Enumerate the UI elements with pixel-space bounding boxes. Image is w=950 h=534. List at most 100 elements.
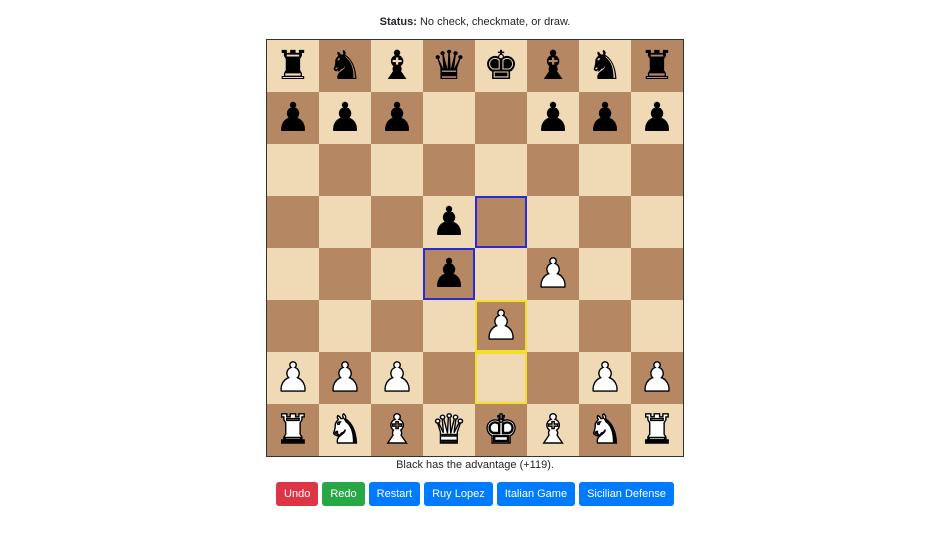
chess-board[interactable]: ♜ ♞ ♝ ♛ ♚ ♝ ♞ ♜ ♟ ♟ ♟ ♟ ♟ ♟ ♟ ♟ ♟ ♟ ♟ ♟ ♟ ♟ ♟ ♜ ♞ ♝ ♛ ♚ ♝ ♞ ♜ bbox=[266, 39, 684, 457]
square-a2[interactable]: ♟ bbox=[267, 352, 319, 404]
square-b1[interactable]: ♞ bbox=[319, 404, 371, 456]
square-g1[interactable]: ♞ bbox=[579, 404, 631, 456]
square-b7[interactable]: ♟ bbox=[319, 92, 371, 144]
square-c5[interactable] bbox=[371, 196, 423, 248]
white-pawn-icon[interactable]: ♟ bbox=[586, 357, 623, 398]
square-g2[interactable]: ♟ bbox=[579, 352, 631, 404]
italian-game-button[interactable]: Italian Game bbox=[496, 482, 576, 506]
square-b4[interactable] bbox=[319, 248, 371, 300]
square-a8[interactable]: ♜ bbox=[267, 40, 319, 92]
square-e1[interactable]: ♚ bbox=[475, 404, 527, 456]
square-e4[interactable] bbox=[475, 248, 527, 300]
square-c4[interactable] bbox=[371, 248, 423, 300]
square-d6[interactable] bbox=[423, 144, 475, 196]
square-a1[interactable]: ♜ bbox=[267, 404, 319, 456]
square-c3[interactable] bbox=[371, 300, 423, 352]
black-bishop-icon[interactable]: ♝ bbox=[379, 46, 415, 86]
square-b6[interactable] bbox=[319, 144, 371, 196]
square-h4[interactable] bbox=[631, 248, 683, 300]
redo-button[interactable]: Redo bbox=[322, 482, 365, 506]
sicilian-defense-button[interactable]: Sicilian Defense bbox=[579, 482, 674, 506]
square-h2[interactable]: ♟ bbox=[631, 352, 683, 404]
white-pawn-icon[interactable]: ♟ bbox=[326, 357, 363, 398]
square-h1[interactable]: ♜ bbox=[631, 404, 683, 456]
square-c6[interactable] bbox=[371, 144, 423, 196]
square-d3[interactable] bbox=[423, 300, 475, 352]
white-pawn-icon[interactable]: ♟ bbox=[378, 357, 415, 398]
black-queen-icon[interactable]: ♛ bbox=[431, 46, 467, 86]
white-bishop-icon[interactable]: ♝ bbox=[378, 409, 415, 450]
square-a3[interactable] bbox=[267, 300, 319, 352]
square-f5[interactable] bbox=[527, 196, 579, 248]
square-g7[interactable]: ♟ bbox=[579, 92, 631, 144]
ruy-lopez-button[interactable]: Ruy Lopez bbox=[424, 482, 493, 506]
square-c1[interactable]: ♝ bbox=[371, 404, 423, 456]
square-a4[interactable] bbox=[267, 248, 319, 300]
square-f8[interactable]: ♝ bbox=[527, 40, 579, 92]
square-e3[interactable]: ♟ bbox=[475, 300, 527, 352]
square-c8[interactable]: ♝ bbox=[371, 40, 423, 92]
black-pawn-icon[interactable]: ♟ bbox=[639, 98, 675, 138]
black-pawn-icon[interactable]: ♟ bbox=[327, 98, 363, 138]
square-f1[interactable]: ♝ bbox=[527, 404, 579, 456]
square-f4[interactable]: ♟ bbox=[527, 248, 579, 300]
square-e6[interactable] bbox=[475, 144, 527, 196]
white-king-icon[interactable]: ♚ bbox=[482, 409, 519, 450]
square-g5[interactable] bbox=[579, 196, 631, 248]
square-h5[interactable] bbox=[631, 196, 683, 248]
square-g8[interactable]: ♞ bbox=[579, 40, 631, 92]
white-bishop-icon[interactable]: ♝ bbox=[534, 409, 571, 450]
square-h7[interactable]: ♟ bbox=[631, 92, 683, 144]
black-bishop-icon[interactable]: ♝ bbox=[535, 46, 571, 86]
square-f2[interactable] bbox=[527, 352, 579, 404]
square-g4[interactable] bbox=[579, 248, 631, 300]
white-rook-icon[interactable]: ♜ bbox=[638, 409, 675, 450]
square-g6[interactable] bbox=[579, 144, 631, 196]
square-d4[interactable]: ♟ bbox=[423, 248, 475, 300]
square-a7[interactable]: ♟ bbox=[267, 92, 319, 144]
square-d7[interactable] bbox=[423, 92, 475, 144]
square-f3[interactable] bbox=[527, 300, 579, 352]
square-e8[interactable]: ♚ bbox=[475, 40, 527, 92]
square-f6[interactable] bbox=[527, 144, 579, 196]
square-f7[interactable]: ♟ bbox=[527, 92, 579, 144]
square-d2[interactable] bbox=[423, 352, 475, 404]
undo-button[interactable]: Undo bbox=[276, 482, 319, 506]
black-pawn-icon[interactable]: ♟ bbox=[535, 98, 571, 138]
white-pawn-icon[interactable]: ♟ bbox=[482, 305, 519, 346]
black-pawn-icon[interactable]: ♟ bbox=[431, 254, 467, 294]
white-rook-icon[interactable]: ♜ bbox=[274, 409, 311, 450]
square-h6[interactable] bbox=[631, 144, 683, 196]
square-d8[interactable]: ♛ bbox=[423, 40, 475, 92]
white-queen-icon[interactable]: ♛ bbox=[430, 409, 467, 450]
square-g3[interactable] bbox=[579, 300, 631, 352]
black-rook-icon[interactable]: ♜ bbox=[275, 46, 311, 86]
black-pawn-icon[interactable]: ♟ bbox=[587, 98, 623, 138]
black-pawn-icon[interactable]: ♟ bbox=[275, 98, 311, 138]
black-pawn-icon[interactable]: ♟ bbox=[431, 202, 467, 242]
black-king-icon[interactable]: ♚ bbox=[483, 46, 519, 86]
square-b2[interactable]: ♟ bbox=[319, 352, 371, 404]
square-b8[interactable]: ♞ bbox=[319, 40, 371, 92]
white-knight-icon[interactable]: ♞ bbox=[326, 409, 363, 450]
black-rook-icon[interactable]: ♜ bbox=[639, 46, 675, 86]
white-knight-icon[interactable]: ♞ bbox=[586, 409, 623, 450]
square-e2[interactable] bbox=[475, 352, 527, 404]
square-a5[interactable] bbox=[267, 196, 319, 248]
square-c2[interactable]: ♟ bbox=[371, 352, 423, 404]
square-b3[interactable] bbox=[319, 300, 371, 352]
restart-button[interactable]: Restart bbox=[368, 482, 421, 506]
square-d5[interactable]: ♟ bbox=[423, 196, 475, 248]
square-d1[interactable]: ♛ bbox=[423, 404, 475, 456]
square-e5[interactable] bbox=[475, 196, 527, 248]
square-a6[interactable] bbox=[267, 144, 319, 196]
square-h8[interactable]: ♜ bbox=[631, 40, 683, 92]
white-pawn-icon[interactable]: ♟ bbox=[534, 253, 571, 294]
square-b5[interactable] bbox=[319, 196, 371, 248]
white-pawn-icon[interactable]: ♟ bbox=[274, 357, 311, 398]
square-e7[interactable] bbox=[475, 92, 527, 144]
black-knight-icon[interactable]: ♞ bbox=[327, 46, 363, 86]
black-pawn-icon[interactable]: ♟ bbox=[379, 98, 415, 138]
square-h3[interactable] bbox=[631, 300, 683, 352]
white-pawn-icon[interactable]: ♟ bbox=[638, 357, 675, 398]
